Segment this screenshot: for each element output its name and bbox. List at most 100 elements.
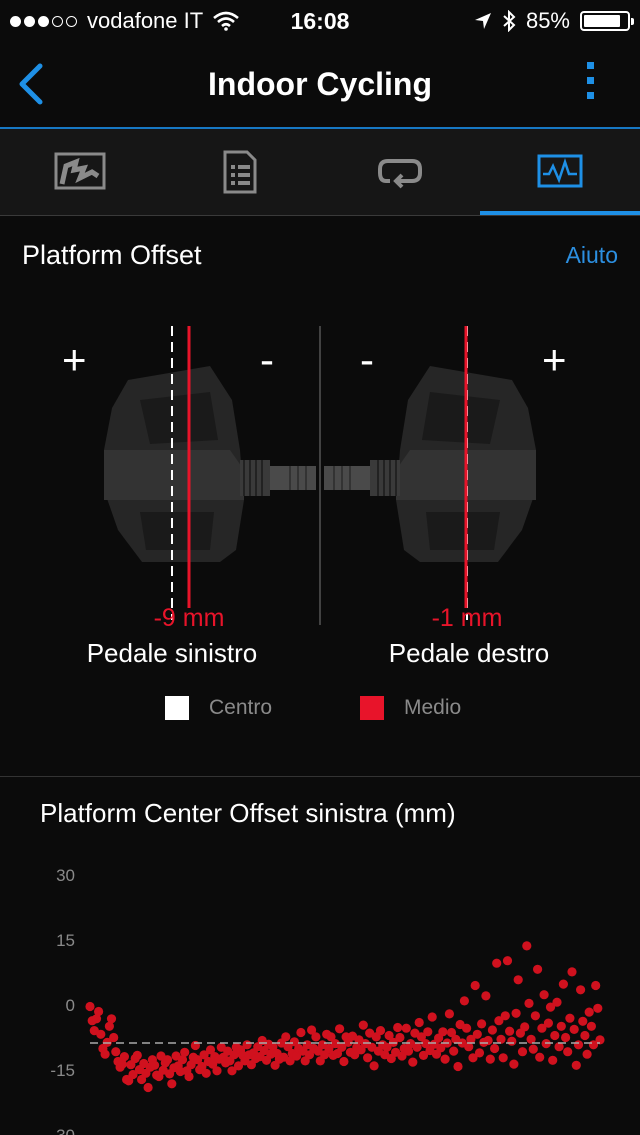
right-pedal-label: Pedale destro — [388, 638, 550, 668]
data-point — [558, 979, 569, 989]
y-tick-label: 15 — [56, 931, 75, 950]
data-point — [180, 1047, 190, 1057]
data-point — [414, 1017, 424, 1028]
status-bar: vodafone IT 16:08 85% — [0, 0, 640, 44]
data-point — [212, 1066, 222, 1076]
right-offset-value: -1 mm — [431, 604, 503, 632]
page-title: Indoor Cycling — [208, 66, 432, 102]
data-point — [513, 975, 523, 985]
data-point — [576, 985, 586, 995]
data-point — [96, 1029, 106, 1039]
data-point — [167, 1079, 177, 1089]
data-point — [561, 1032, 571, 1043]
data-point — [111, 1047, 121, 1057]
data-point — [369, 1061, 379, 1071]
data-point — [363, 1053, 373, 1063]
tab-map[interactable] — [0, 129, 160, 215]
data-point — [162, 1055, 173, 1065]
data-point — [556, 1021, 566, 1031]
data-point — [109, 1032, 119, 1043]
tab-laps[interactable] — [320, 129, 480, 215]
battery-percent: 85% — [525, 8, 570, 33]
data-point — [427, 1012, 437, 1022]
data-point — [440, 1054, 450, 1064]
left-offset-value: -9 mm — [153, 604, 225, 632]
legend-swatch-average — [360, 696, 384, 720]
right-pedal-image — [324, 366, 536, 562]
data-point — [412, 1042, 422, 1052]
data-point — [582, 1049, 592, 1059]
tab-divider — [0, 215, 640, 216]
data-point — [569, 1024, 579, 1034]
data-point — [94, 1006, 104, 1017]
pedal-diagram: + - - + -9 mm -1 mm Pedale sinistro Peda… — [0, 300, 640, 720]
section-title: Platform Offset — [22, 240, 202, 270]
data-point — [106, 1014, 117, 1024]
chart-title: Platform Center Offset sinistra (mm) — [40, 798, 456, 828]
data-point — [201, 1068, 211, 1078]
data-point — [477, 1019, 487, 1029]
y-tick-label: -15 — [50, 1061, 75, 1080]
data-point — [485, 1054, 495, 1064]
section-divider — [0, 776, 640, 777]
data-point — [143, 1082, 153, 1093]
data-point — [132, 1050, 142, 1060]
data-point — [393, 1022, 403, 1033]
data-point — [85, 1001, 95, 1012]
left-pedal-label: Pedale sinistro — [86, 638, 258, 668]
data-point — [487, 1025, 497, 1035]
data-point — [567, 967, 577, 977]
data-point — [474, 1048, 485, 1058]
data-point — [543, 1018, 554, 1028]
bluetooth-icon — [503, 10, 516, 32]
data-point — [550, 1030, 560, 1041]
battery-icon — [580, 11, 634, 31]
data-point — [119, 1052, 129, 1062]
map-screen-icon — [54, 152, 106, 190]
data-point — [150, 1060, 160, 1070]
data-point — [586, 1021, 597, 1031]
data-point — [459, 996, 469, 1006]
legend-label-center: Centro — [209, 696, 273, 719]
data-point — [481, 991, 491, 1001]
right-minus-sign: - — [360, 336, 374, 383]
data-point — [584, 1007, 594, 1017]
data-point — [490, 1043, 500, 1054]
data-point — [511, 1008, 521, 1018]
data-point — [505, 1026, 515, 1036]
data-point — [335, 1024, 345, 1034]
data-point — [423, 1027, 433, 1037]
data-point — [528, 1044, 538, 1054]
more-options-icon[interactable] — [584, 62, 596, 106]
right-plus-sign: + — [542, 336, 567, 383]
data-point — [530, 1011, 541, 1021]
tab-details[interactable] — [160, 129, 320, 215]
data-point — [548, 1055, 558, 1065]
data-point — [552, 997, 562, 1007]
data-point — [100, 1049, 110, 1059]
tab-graphs[interactable] — [480, 129, 640, 215]
data-point — [470, 980, 480, 991]
data-point — [507, 1036, 517, 1046]
data-point — [408, 1057, 418, 1067]
data-point — [242, 1040, 252, 1050]
data-point — [563, 1047, 573, 1057]
help-link[interactable]: Aiuto — [566, 242, 618, 269]
data-point — [500, 1011, 510, 1021]
data-point — [449, 1046, 459, 1056]
data-point — [578, 1016, 588, 1026]
legend: Centro Medio — [0, 696, 640, 722]
left-plus-sign: + — [62, 336, 87, 383]
data-point — [184, 1071, 194, 1082]
data-point — [591, 980, 601, 991]
data-point — [533, 964, 543, 974]
data-point — [502, 956, 513, 966]
nav-bar: Indoor Cycling — [0, 44, 640, 128]
data-point — [281, 1032, 291, 1042]
data-point — [522, 941, 532, 951]
data-point — [339, 1056, 349, 1067]
tab-bar — [0, 129, 640, 215]
data-point — [498, 1053, 508, 1063]
graphs-icon — [537, 154, 583, 188]
data-point — [375, 1026, 386, 1036]
